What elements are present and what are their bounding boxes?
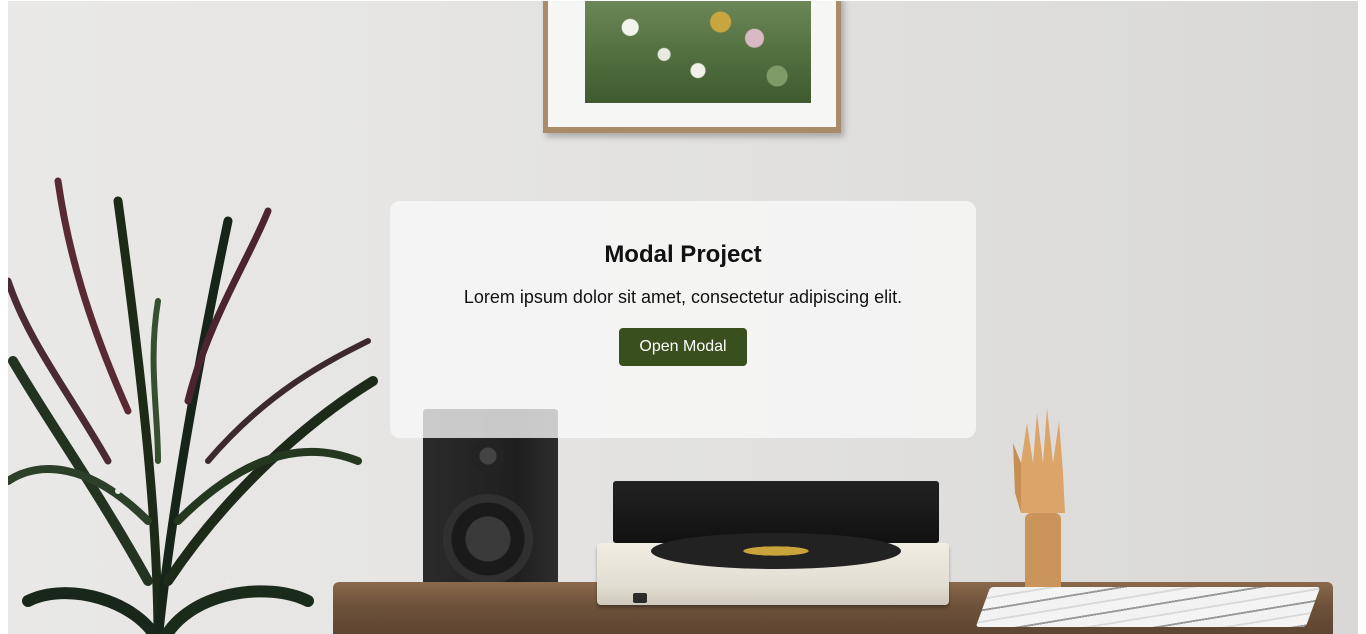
speaker-tweeter xyxy=(471,439,505,473)
content-card: Modal Project Lorem ipsum dolor sit amet… xyxy=(390,201,976,438)
page-title: Modal Project xyxy=(604,241,762,268)
speaker-image xyxy=(423,409,558,609)
flower-artwork xyxy=(585,1,811,103)
record-player-image xyxy=(591,481,949,611)
paper-stack xyxy=(975,587,1321,627)
vinyl-record xyxy=(651,533,901,569)
potted-plant-image xyxy=(8,177,378,634)
turntable-knob xyxy=(633,593,647,603)
open-modal-button[interactable]: Open Modal xyxy=(619,328,747,366)
card-description: Lorem ipsum dolor sit amet, consectetur … xyxy=(463,287,903,307)
wooden-hand-figure xyxy=(1013,408,1065,603)
framed-picture xyxy=(543,1,841,133)
speaker-woofer xyxy=(443,494,533,584)
